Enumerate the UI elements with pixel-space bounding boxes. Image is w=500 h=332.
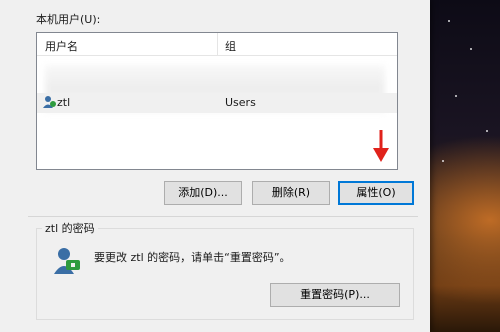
column-header-group[interactable]: 组 [225, 38, 236, 54]
users-listview[interactable]: 用户名 组 ztl Users [36, 32, 398, 170]
column-header-username[interactable]: 用户名 [45, 38, 78, 54]
user-account-icon [43, 96, 56, 108]
add-user-button[interactable]: 添加(D)... [164, 181, 242, 205]
properties-button[interactable]: 属性(O) [338, 181, 414, 205]
star [442, 160, 444, 162]
star [448, 20, 450, 22]
delete-user-button[interactable]: 删除(R) [252, 181, 330, 205]
user-accounts-dialog: 本机用户(U): 用户名 组 ztl Users 添加(D)... 删除(R) … [0, 0, 430, 332]
password-key-icon [54, 248, 80, 274]
separator [28, 216, 418, 217]
column-divider[interactable] [217, 33, 218, 55]
star [486, 130, 488, 132]
password-instruction-text: 要更改 ztl 的密码，请单击“重置密码”。 [94, 251, 291, 264]
user-group-cell: Users [225, 96, 256, 109]
listview-header: 用户名 组 [37, 33, 397, 56]
star [470, 48, 472, 50]
password-group-title: ztl 的密码 [42, 220, 98, 236]
user-row[interactable]: ztl Users [37, 93, 397, 113]
red-annotation-arrow [373, 130, 389, 162]
reset-password-button[interactable]: 重置密码(P)... [270, 283, 400, 307]
local-users-label: 本机用户(U): [36, 13, 101, 26]
user-name-cell: ztl [57, 96, 71, 109]
star [455, 95, 457, 97]
